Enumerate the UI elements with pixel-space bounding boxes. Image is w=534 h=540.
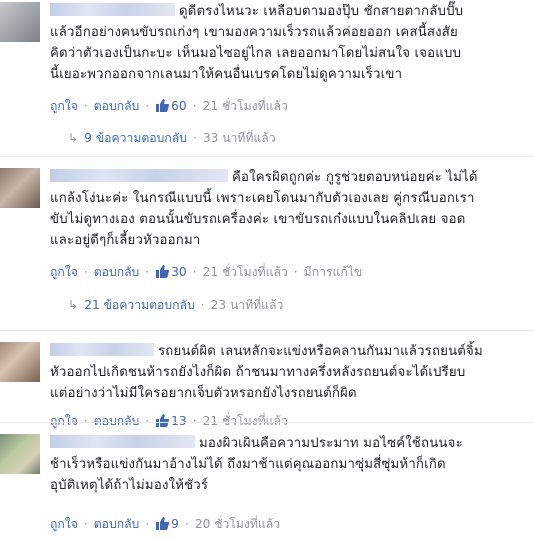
comment-timestamp[interactable]: 20 ชั่วโมงที่แล้ว (195, 517, 280, 531)
comment-actions: ถูกใจ · ตอบกลับ · 13 · 21 ชั่วโมงที่แล้ว (50, 413, 288, 429)
avatar[interactable] (0, 434, 40, 474)
like-count[interactable]: 9 (171, 517, 179, 531)
reply-link[interactable]: ตอบกลับ (94, 265, 140, 279)
like-link[interactable]: ถูกใจ (50, 265, 78, 279)
replies-timestamp: 33 นาทีที่แล้ว (202, 131, 276, 145)
divider (0, 330, 534, 331)
comment-line: แต่อย่างว่าไม่มีใครอยากเจ็บตัวหรอกยังไงร… (50, 386, 357, 401)
like-count[interactable]: 30 (171, 265, 187, 279)
reply-link[interactable]: ตอบกลับ (94, 517, 140, 531)
comment-line: รถยนต์ผิด เลนหลักจะแข่งหรือคลานกันมาแล้ว… (158, 344, 483, 359)
divider (0, 156, 534, 157)
commenter-name[interactable] (50, 435, 195, 448)
comment-line: ช้าเร็วหรือแข่งกันมาอ้างไม่ได้ ถึงมาช้าแ… (50, 457, 446, 472)
separator-dot: · (145, 265, 150, 279)
replies-count-link[interactable]: 21 ข้อความตอบกลับ (84, 298, 194, 312)
separator-dot: · (192, 131, 197, 145)
separator-dot: · (184, 517, 189, 531)
separator-dot: · (192, 99, 197, 113)
thumbs-up-icon (156, 265, 170, 278)
divider (0, 422, 534, 423)
comment-line: หัวออกไปเกิดชนห้ารถยังไงก็ผิด ถ้าชนมาทาง… (50, 365, 466, 380)
comment-line: อุบัติเหตุได้ถ้าไม่มองให้ชัวร์ (50, 478, 209, 493)
separator-dot: · (293, 265, 298, 279)
comment-actions: ถูกใจ · ตอบกลับ · 9 · 20 ชั่วโมงที่แล้ว (50, 516, 280, 532)
separator-dot: · (192, 265, 197, 279)
like-count[interactable]: 60 (171, 99, 187, 113)
like-link[interactable]: ถูกใจ (50, 414, 78, 428)
comment-line: คือใครผิดถูกค่ะ กูรูช่วยตอบหน่อยค่ะ ไม่ไ… (232, 170, 478, 185)
thumbs-up-icon (156, 99, 170, 112)
like-count[interactable]: 13 (171, 414, 187, 428)
view-replies[interactable]: ↳ 9 ข้อความตอบกลับ · 33 นาทีที่แล้ว (68, 130, 276, 146)
thumbs-up-icon (156, 517, 170, 530)
avatar[interactable] (0, 168, 40, 208)
thumbs-up-icon (156, 414, 170, 427)
comment-text: ดูดีตรงไหนวะ เหลือบตามองปุ๊บ ชักสายตากลั… (50, 1, 528, 85)
edited-label[interactable]: มีการแก้ไข (304, 265, 363, 279)
separator-dot: · (83, 265, 88, 279)
comment-4: มองผิวเผินคือความประมาท มอไซค์ใช้ถนนจะ ช… (0, 432, 534, 540)
separator-dot: · (145, 414, 150, 428)
separator-dot: · (145, 517, 150, 531)
comment-line: และอยู่ดีๆก็เลี้ยวหัวออกมา (50, 233, 201, 248)
comment-line: แล้วอีกอย่างคนขับรถเก่งๆ เขามองความเร็วร… (50, 25, 458, 40)
comment-text: รถยนต์ผิด เลนหลักจะแข่งหรือคลานกันมาแล้ว… (50, 341, 528, 404)
replies-count-link[interactable]: 9 ข้อความตอบกลับ (84, 131, 187, 145)
replies-timestamp: 23 นาทีที่แล้ว (210, 298, 284, 312)
commenter-name[interactable] (50, 343, 154, 356)
commenter-name[interactable] (50, 3, 175, 16)
commenter-name[interactable] (50, 169, 228, 182)
comment-line: นี้เยอะพวกออกจากเลนมาให้คนอื่นเบรคโดยไม่… (50, 67, 403, 82)
avatar[interactable] (0, 342, 40, 382)
separator-dot: · (145, 99, 150, 113)
comment-line: ขับไม่ดูทางเอง ตอนนั้นขับรถเครื่องค่ะ เข… (50, 212, 466, 227)
comment-line: ดูดีตรงไหนวะ เหลือบตามองปุ๊บ ชักสายตากลั… (179, 4, 464, 19)
like-link[interactable]: ถูกใจ (50, 517, 78, 531)
comment-3: รถยนต์ผิด เลนหลักจะแข่งหรือคลานกันมาแล้ว… (0, 340, 534, 430)
comment-2: คือใครผิดถูกค่ะ กูรูช่วยตอบหน่อยค่ะ ไม่ไ… (0, 166, 534, 326)
reply-link[interactable]: ตอบกลับ (94, 99, 140, 113)
separator-dot: · (83, 517, 88, 531)
reply-link[interactable]: ตอบกลับ (94, 414, 140, 428)
view-replies[interactable]: ↳ 21 ข้อความตอบกลับ · 23 นาทีที่แล้ว (68, 297, 283, 313)
comment-1: ดูดีตรงไหนวะ เหลือบตามองปุ๊บ ชักสายตากลั… (0, 0, 534, 150)
separator-dot: · (83, 414, 88, 428)
comment-text: คือใครผิดถูกค่ะ กูรูช่วยตอบหน่อยค่ะ ไม่ไ… (50, 167, 528, 251)
separator-dot: · (192, 414, 197, 428)
reply-arrow-icon: ↳ (68, 298, 79, 312)
reply-arrow-icon: ↳ (68, 131, 79, 145)
comment-actions: ถูกใจ · ตอบกลับ · 60 · 21 ชั่วโมงที่แล้ว (50, 98, 288, 114)
comment-timestamp[interactable]: 21 ชั่วโมงที่แล้ว (203, 265, 288, 279)
comment-actions: ถูกใจ · ตอบกลับ · 30 · 21 ชั่วโมงที่แล้ว · มีการ… (50, 264, 362, 280)
comment-timestamp[interactable]: 21 ชั่วโมงที่แล้ว (203, 99, 288, 113)
comment-line: คิดว่าตัวเองเป็นกะบะ เห็นมอไซอยู่ไกล เลย… (50, 46, 462, 61)
comment-timestamp[interactable]: 21 ชั่วโมงที่แล้ว (203, 414, 288, 428)
comment-text: มองผิวเผินคือความประมาท มอไซค์ใช้ถนนจะ ช… (50, 433, 528, 496)
like-link[interactable]: ถูกใจ (50, 99, 78, 113)
separator-dot: · (83, 99, 88, 113)
comment-line: แกล้งโง่นะค่ะ ในกรณีแบบนี้ เพราะเคยโดนมา… (50, 191, 475, 206)
separator-dot: · (200, 298, 205, 312)
avatar[interactable] (0, 2, 40, 42)
comment-line: มองผิวเผินคือความประมาท มอไซค์ใช้ถนนจะ (199, 436, 463, 451)
